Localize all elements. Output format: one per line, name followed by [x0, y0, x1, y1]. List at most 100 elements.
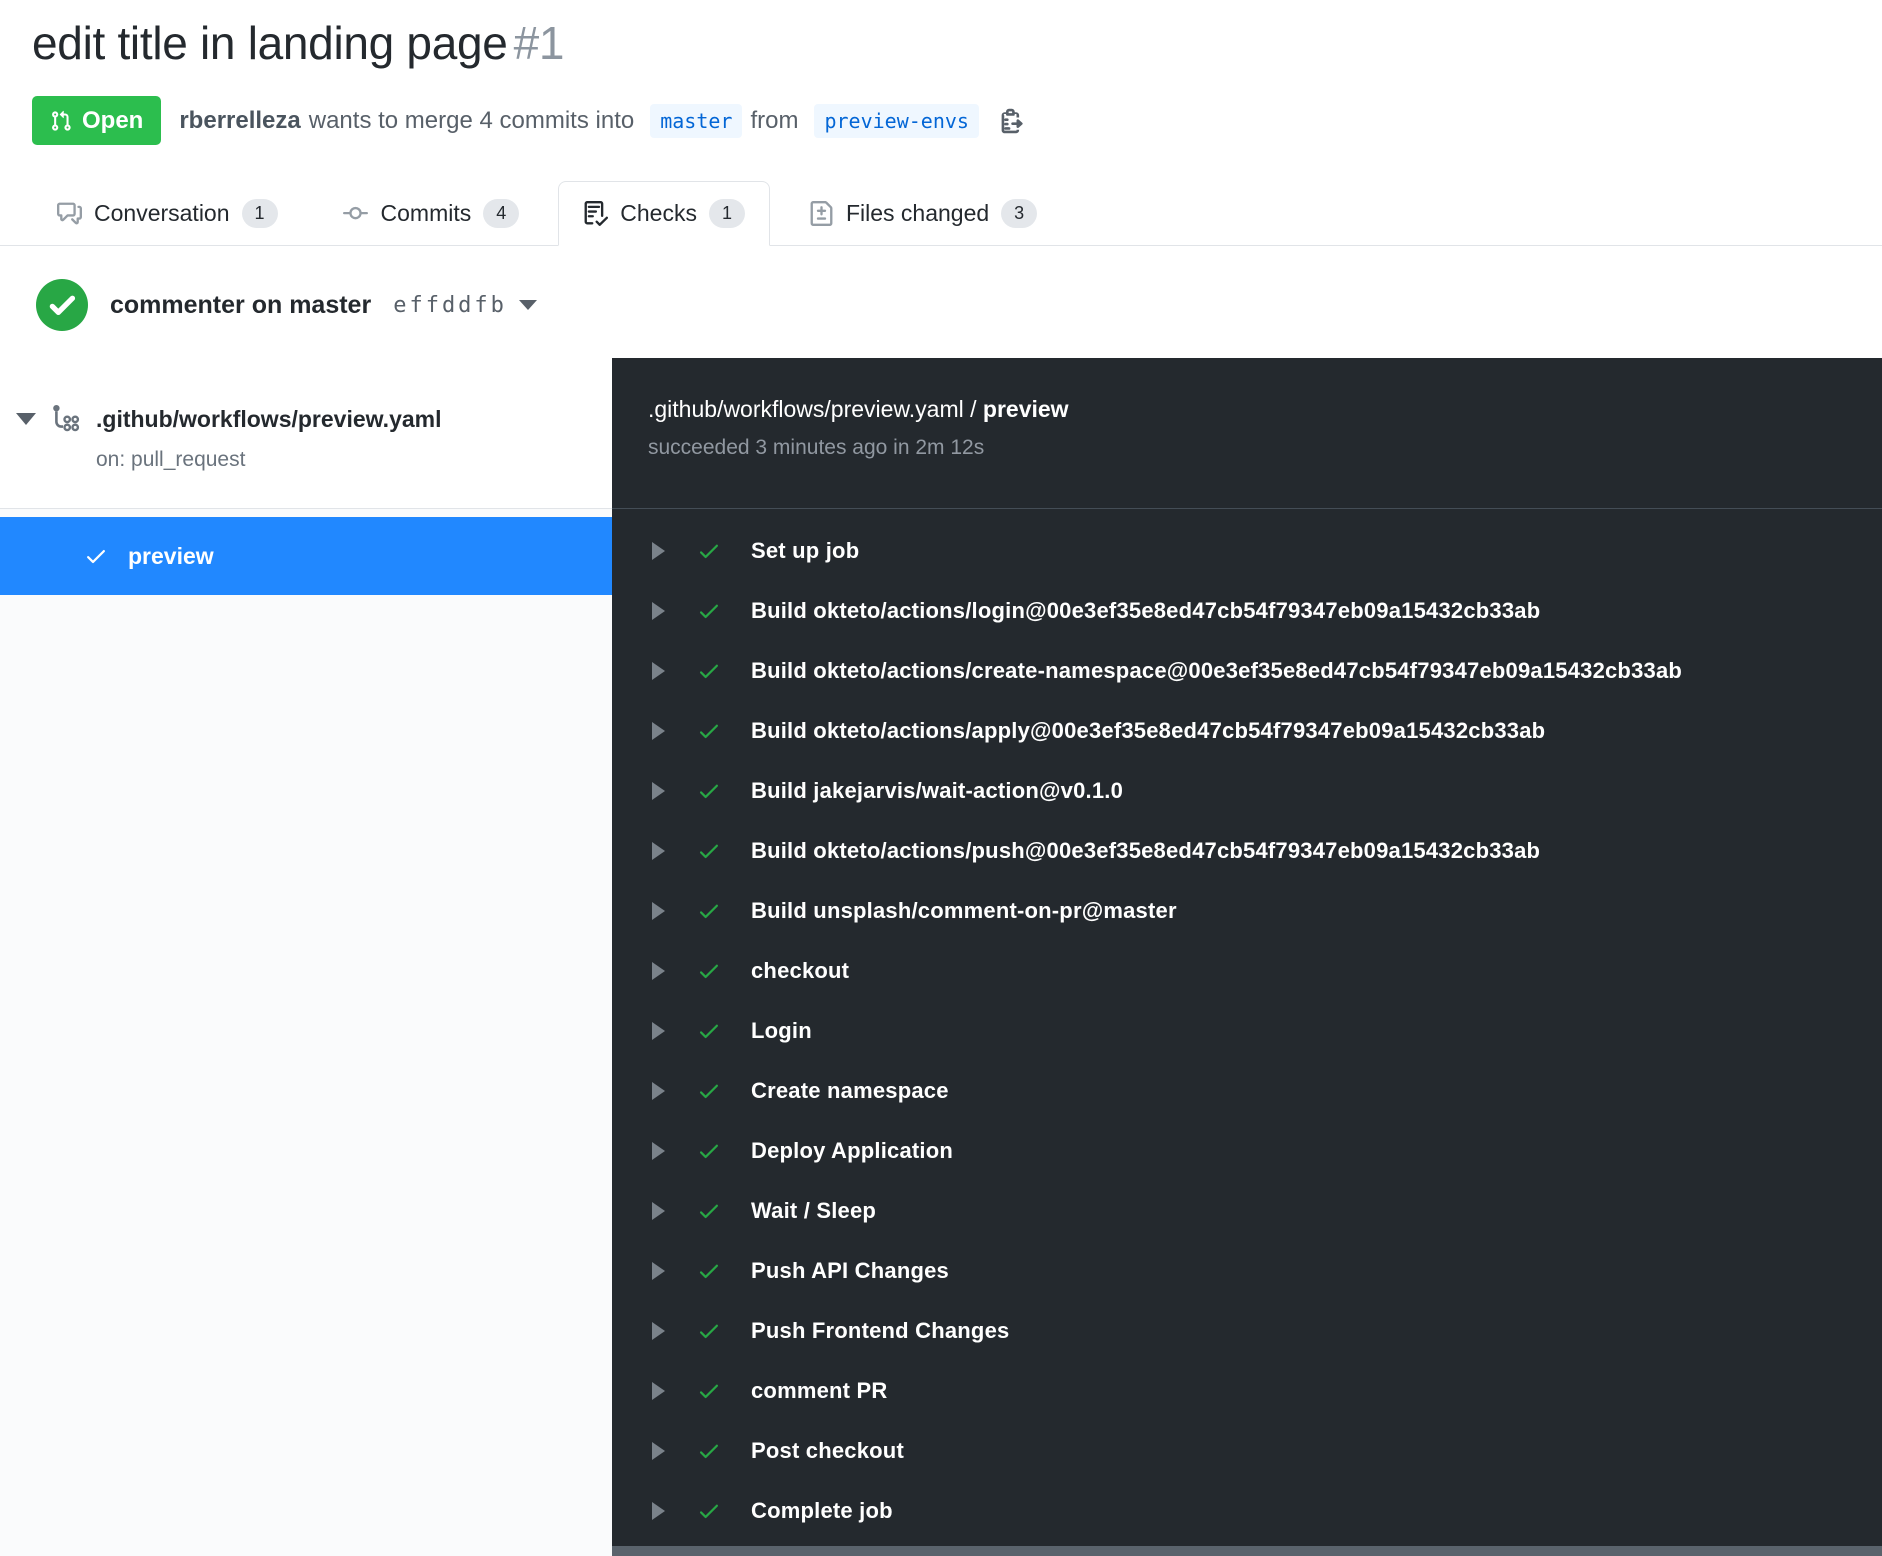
step-row[interactable]: Build unsplash/comment-on-pr@master — [612, 881, 1882, 941]
horizontal-scrollbar[interactable] — [612, 1546, 1882, 1556]
step-row[interactable]: Build jakejarvis/wait-action@v0.1.0 — [612, 761, 1882, 821]
tab-files-changed[interactable]: Files changed 3 — [784, 181, 1062, 246]
base-branch-label[interactable]: master — [650, 104, 742, 138]
step-row[interactable]: Post checkout — [612, 1421, 1882, 1481]
tab-label: Files changed — [846, 200, 989, 227]
job-panel-job-name: preview — [983, 396, 1069, 422]
step-name: checkout — [751, 958, 849, 984]
step-row[interactable]: comment PR — [612, 1361, 1882, 1421]
step-row[interactable]: Wait / Sleep — [612, 1181, 1882, 1241]
clipboard-copy-icon — [999, 106, 1027, 136]
sidebar-job-preview[interactable]: preview — [0, 517, 612, 595]
expand-step-icon[interactable] — [652, 1262, 665, 1280]
page-title: edit title in landing page#1 — [32, 16, 1850, 70]
commit-sha[interactable]: effddfb — [393, 293, 507, 318]
expand-step-icon[interactable] — [652, 962, 665, 980]
pr-author-link[interactable]: rberrelleza — [179, 107, 300, 135]
step-row[interactable]: Complete job — [612, 1481, 1882, 1541]
collapse-workflow-icon[interactable] — [16, 413, 36, 425]
step-name: Build unsplash/comment-on-pr@master — [751, 898, 1177, 924]
step-success-check-icon — [697, 1079, 721, 1103]
pr-state-badge: Open — [32, 96, 161, 145]
step-name: Post checkout — [751, 1438, 904, 1464]
git-commit-icon — [342, 201, 369, 226]
expand-step-icon[interactable] — [652, 1502, 665, 1520]
checklist-icon — [583, 201, 608, 226]
job-status-line: succeeded 3 minutes ago in 2m 12s — [648, 436, 1846, 460]
job-log-panel: .github/workflows/preview.yaml / preview… — [612, 358, 1882, 1556]
step-success-check-icon — [697, 1259, 721, 1283]
expand-step-icon[interactable] — [652, 1142, 665, 1160]
step-name: Build okteto/actions/login@00e3ef35e8ed4… — [751, 598, 1540, 624]
step-row[interactable]: Login — [612, 1001, 1882, 1061]
tab-commits[interactable]: Commits 4 — [317, 181, 545, 246]
step-name: Deploy Application — [751, 1138, 953, 1164]
step-name: Complete job — [751, 1498, 893, 1524]
step-name: Login — [751, 1018, 812, 1044]
expand-step-icon[interactable] — [652, 1202, 665, 1220]
tab-label: Checks — [620, 200, 697, 227]
check-run-title: commenter on master — [110, 291, 371, 320]
tab-label: Commits — [381, 200, 472, 227]
tab-conversation[interactable]: Conversation 1 — [32, 181, 303, 246]
pr-header: edit title in landing page#1 Open rberre… — [0, 0, 1882, 145]
step-success-check-icon — [697, 539, 721, 563]
tab-label: Conversation — [94, 200, 230, 227]
head-branch-label[interactable]: preview-envs — [814, 104, 979, 138]
step-row[interactable]: Build okteto/actions/login@00e3ef35e8ed4… — [612, 581, 1882, 641]
step-row[interactable]: Create namespace — [612, 1061, 1882, 1121]
step-row[interactable]: Build okteto/actions/create-namespace@00… — [612, 641, 1882, 701]
expand-step-icon[interactable] — [652, 902, 665, 920]
step-row[interactable]: Build okteto/actions/apply@00e3ef35e8ed4… — [612, 701, 1882, 761]
merge-text: wants to merge 4 commits into — [309, 107, 634, 135]
expand-step-icon[interactable] — [652, 1322, 665, 1340]
chevron-down-icon[interactable] — [519, 300, 537, 310]
comment-discussion-icon — [57, 201, 82, 226]
expand-step-icon[interactable] — [652, 1022, 665, 1040]
tab-count-badge: 1 — [242, 199, 278, 228]
pr-title-text: edit title in landing page — [32, 17, 508, 69]
expand-step-icon[interactable] — [652, 782, 665, 800]
step-name: Build okteto/actions/create-namespace@00… — [751, 658, 1682, 684]
check-summary-row: commenter on master effddfb — [0, 246, 1882, 358]
expand-step-icon[interactable] — [652, 542, 665, 560]
step-name: Build okteto/actions/apply@00e3ef35e8ed4… — [751, 718, 1545, 744]
workflow-header[interactable]: .github/workflows/preview.yaml — [14, 403, 596, 435]
step-success-check-icon — [697, 1139, 721, 1163]
step-name: Create namespace — [751, 1078, 949, 1104]
step-name: Build okteto/actions/push@00e3ef35e8ed47… — [751, 838, 1540, 864]
job-panel-title: .github/workflows/preview.yaml / preview — [648, 396, 1846, 423]
expand-step-icon[interactable] — [652, 842, 665, 860]
pr-state-label: Open — [82, 107, 143, 135]
step-success-check-icon — [697, 1499, 721, 1523]
expand-step-icon[interactable] — [652, 722, 665, 740]
step-row[interactable]: Set up job — [612, 521, 1882, 581]
step-success-check-icon — [697, 719, 721, 743]
checks-main: .github/workflows/preview.yaml on: pull_… — [0, 358, 1882, 1556]
step-row[interactable]: Build okteto/actions/push@00e3ef35e8ed47… — [612, 821, 1882, 881]
workflow-group: .github/workflows/preview.yaml on: pull_… — [0, 358, 612, 509]
copy-branch-button[interactable] — [999, 106, 1027, 136]
expand-step-icon[interactable] — [652, 1082, 665, 1100]
expand-step-icon[interactable] — [652, 1382, 665, 1400]
tab-count-badge: 1 — [709, 199, 745, 228]
file-diff-icon — [809, 201, 834, 226]
success-circle-icon — [36, 279, 88, 331]
step-success-check-icon — [697, 1379, 721, 1403]
expand-step-icon[interactable] — [652, 662, 665, 680]
step-row[interactable]: Deploy Application — [612, 1121, 1882, 1181]
step-success-check-icon — [697, 1199, 721, 1223]
steps-list: Set up job Build okteto/actions/login@00… — [612, 509, 1882, 1541]
step-row[interactable]: checkout — [612, 941, 1882, 1001]
step-row[interactable]: Push Frontend Changes — [612, 1301, 1882, 1361]
pr-tab-bar: Conversation 1 Commits 4 Checks 1 Files … — [0, 181, 1882, 246]
tab-checks[interactable]: Checks 1 — [558, 181, 770, 246]
expand-step-icon[interactable] — [652, 602, 665, 620]
step-success-check-icon — [697, 659, 721, 683]
step-success-check-icon — [697, 1319, 721, 1343]
job-success-check-icon — [84, 544, 108, 568]
step-name: Set up job — [751, 538, 859, 564]
expand-step-icon[interactable] — [652, 1442, 665, 1460]
step-row[interactable]: Push API Changes — [612, 1241, 1882, 1301]
step-name: comment PR — [751, 1378, 887, 1404]
